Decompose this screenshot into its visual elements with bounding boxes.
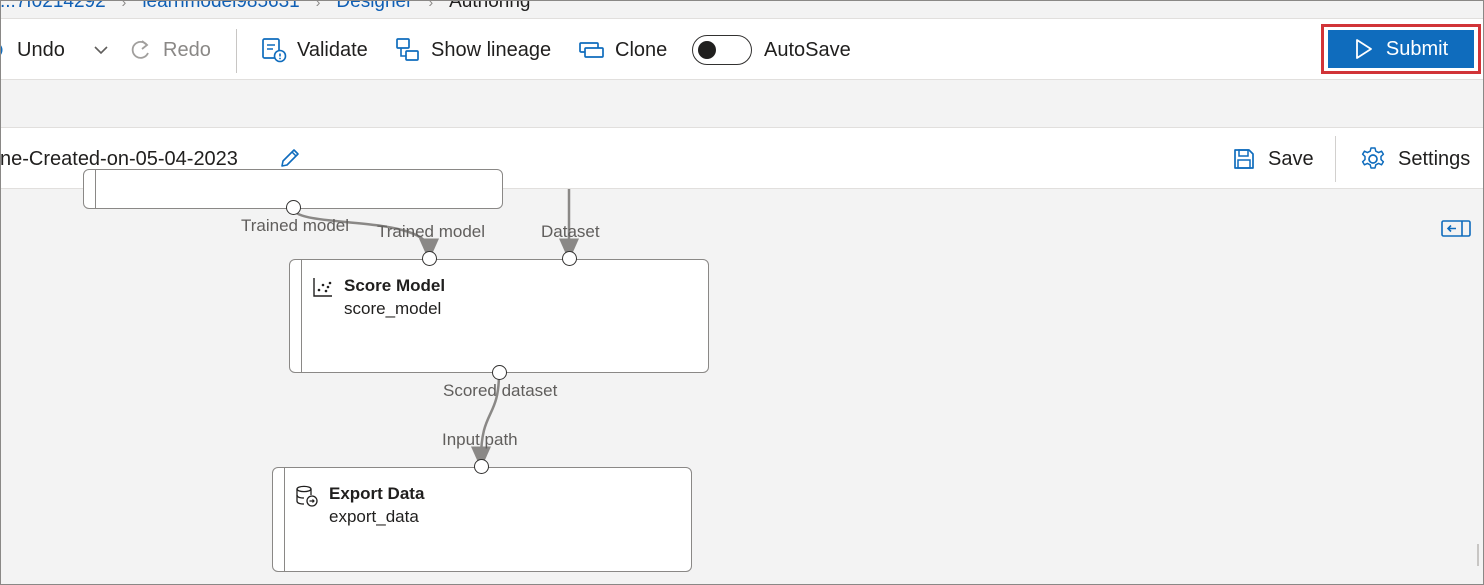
toggle-knob — [698, 41, 716, 59]
clone-label: Clone — [615, 38, 668, 61]
clone-icon — [579, 42, 604, 58]
undo-label: Undo — [17, 38, 65, 61]
save-label: Save — [1268, 147, 1314, 170]
scatter-chart-icon — [313, 278, 332, 297]
port-label: Trained model — [241, 216, 350, 235]
autosave-toggle[interactable]: AutoSave — [692, 19, 851, 81]
score-model-node[interactable]: Score Model score_model — [289, 259, 709, 373]
breadcrumb-separator-icon: › — [121, 0, 127, 10]
submit-label: Submit — [1385, 37, 1449, 60]
autosave-label: AutoSave — [764, 38, 851, 61]
port-label: Dataset — [541, 222, 600, 241]
validate-icon — [262, 38, 287, 63]
clone-button[interactable]: Clone — [578, 19, 667, 81]
input-port[interactable] — [562, 251, 577, 266]
designer-toolbar: Undo Redo Validate Show lineage Clone Au… — [0, 18, 1484, 80]
breadcrumb-item-workspace[interactable]: ...7f0214292 — [0, 0, 106, 13]
output-port[interactable] — [492, 365, 507, 380]
toggle-switch[interactable] — [692, 35, 752, 65]
port-label: Trained model — [377, 222, 486, 241]
database-export-icon — [296, 485, 318, 507]
node-strip — [95, 170, 96, 208]
breadcrumb-item-designer[interactable]: Designer — [336, 0, 412, 13]
port-label: Input path — [442, 430, 518, 449]
toolbar-divider — [236, 29, 237, 73]
undo-button[interactable]: Undo — [0, 19, 65, 81]
scrollbar[interactable] — [1477, 544, 1479, 566]
show-lineage-label: Show lineage — [431, 38, 552, 61]
input-port[interactable] — [474, 459, 489, 474]
save-icon — [1234, 149, 1254, 169]
submit-button[interactable]: Submit — [1328, 30, 1474, 68]
export-data-node[interactable]: Export Data export_data — [272, 467, 692, 572]
redo-icon — [131, 40, 149, 59]
breadcrumb-item-current: Authoring — [449, 0, 531, 12]
breadcrumb-separator-icon: › — [428, 0, 434, 10]
undo-dropdown-button[interactable] — [93, 19, 109, 81]
header-divider — [1335, 136, 1336, 182]
play-icon — [1355, 39, 1372, 59]
node-subtitle: score_model — [344, 299, 442, 318]
node-strip — [301, 260, 302, 372]
undo-icon — [0, 44, 3, 56]
submit-highlight: Submit — [1321, 24, 1481, 74]
edit-pencil-icon[interactable] — [278, 146, 302, 170]
breadcrumb-item-pipeline[interactable]: learnmodel985631 — [142, 0, 299, 13]
show-lineage-button[interactable]: Show lineage — [394, 19, 551, 81]
validate-label: Validate — [297, 38, 368, 61]
node-title: Export Data — [329, 484, 425, 503]
redo-button[interactable]: Redo — [128, 19, 211, 81]
edges-layer — [291, 189, 579, 469]
input-port[interactable] — [422, 251, 437, 266]
lineage-icon — [396, 38, 419, 61]
breadcrumb: ...7f0214292 › learnmodel985631 › Design… — [0, 0, 1484, 16]
gear-icon — [1361, 147, 1385, 169]
save-button[interactable]: Save — [1232, 128, 1314, 190]
output-port[interactable] — [286, 200, 301, 215]
settings-label: Settings — [1398, 147, 1471, 170]
node-subtitle: export_data — [329, 507, 419, 526]
chevron-down-icon — [94, 46, 108, 55]
redo-label: Redo — [163, 38, 211, 61]
collapse-panel-icon[interactable] — [1441, 219, 1471, 239]
settings-button[interactable]: Settings — [1360, 128, 1470, 190]
node-strip — [284, 468, 285, 571]
breadcrumb-separator-icon: › — [315, 0, 321, 10]
node-title: Score Model — [344, 276, 446, 295]
validate-button[interactable]: Validate — [260, 19, 368, 81]
port-label: Scored dataset — [443, 381, 558, 400]
pipeline-canvas[interactable]: Trained model Trained model Dataset Scor… — [0, 169, 1484, 585]
